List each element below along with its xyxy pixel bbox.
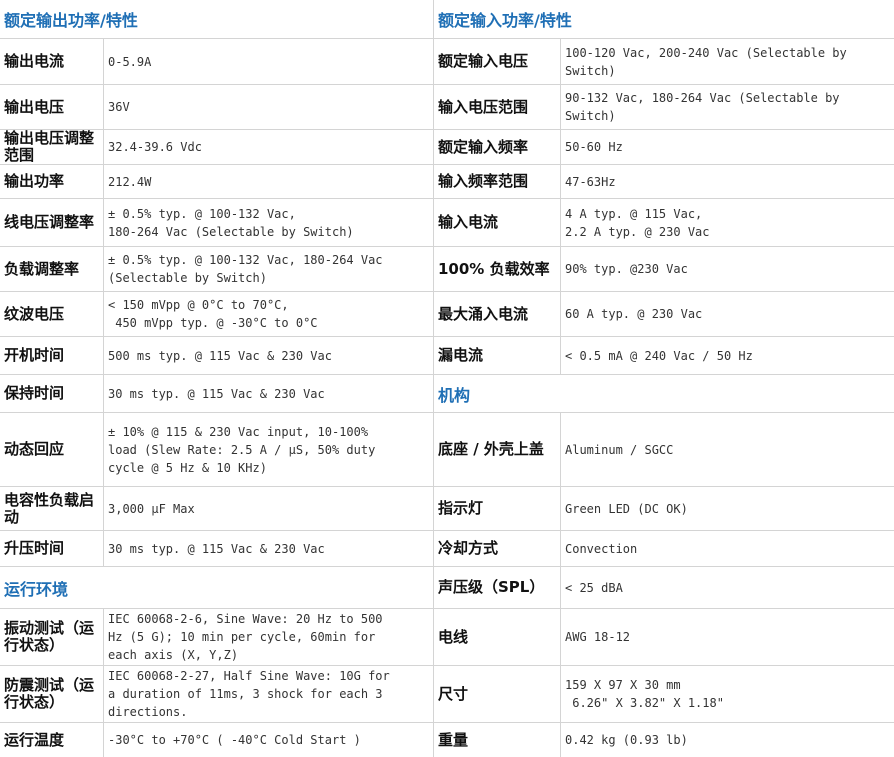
spec-value: 4 A typ. @ 115 Vac, 2.2 A typ. @ 230 Vac (565, 206, 710, 239)
spec-label: 100% 负载效率 (434, 247, 561, 291)
spec-value: Green LED (DC OK) (565, 501, 688, 516)
spec-value: IEC 60068-2-6, Sine Wave: 20 Hz to 500 H… (108, 612, 383, 662)
spec-row-rated-input-voltage: 额定输入电压 100-120 Vac, 200-240 Vac (Selecta… (434, 39, 894, 85)
environment-section-title: 运行环境 (0, 567, 433, 609)
spec-label: 动态回应 (0, 413, 104, 486)
spec-label: 冷却方式 (434, 531, 561, 566)
spec-row-vibration-test: 振动测试（运行状态） IEC 60068-2-6, Sine Wave: 20 … (0, 609, 433, 666)
spec-label: 最大涌入电流 (434, 292, 561, 336)
spec-row-indicator: 指示灯 Green LED (DC OK) (434, 487, 894, 531)
spec-row-hold-up-time: 保持时间 30 ms typ. @ 115 Vac & 230 Vac (0, 375, 433, 413)
spec-row-rise-time: 升压时间 30 ms typ. @ 115 Vac & 230 Vac (0, 531, 433, 567)
spec-value: 32.4-39.6 Vdc (108, 140, 202, 154)
spec-label: 输出电压 (0, 85, 104, 129)
spec-value: Aluminum / SGCC (565, 442, 674, 457)
spec-value: 3,000 μF Max (108, 501, 195, 516)
spec-label: 漏电流 (434, 337, 561, 374)
spec-label: 开机时间 (0, 337, 104, 374)
spec-value: 90-132 Vac, 180-264 Vac (Selectable by S… (565, 91, 840, 123)
spec-label: 线电压调整率 (0, 199, 104, 246)
spec-label: 电容性负载启动 (0, 487, 104, 530)
spec-table: 额定输出功率/特性 输出电流 0-5.9A 输出电压 36V 输出电压调整范围 … (0, 0, 894, 757)
spec-value: 212.4W (108, 174, 152, 189)
spec-row-shock-test: 防震测试（运行状态） IEC 60068-2-27, Half Sine Wav… (0, 666, 433, 723)
spec-row-dimensions: 尺寸 159 X 97 X 30 mm 6.26" X 3.82" X 1.18… (434, 666, 894, 723)
spec-value: ± 10% @ 115 & 230 Vac input, 10-100% loa… (108, 424, 376, 475)
spec-value: 500 ms typ. @ 115 Vac & 230 Vac (108, 348, 332, 363)
spec-row-startup-time: 开机时间 500 ms typ. @ 115 Vac & 230 Vac (0, 337, 433, 375)
mechanical-section-title: 机构 (434, 375, 894, 413)
spec-row-line-regulation: 线电压调整率 ± 0.5% typ. @ 100-132 Vac, 180-26… (0, 199, 433, 247)
spec-row-operating-temp: 运行温度 -30°C to +70°C ( -40°C Cold Start ) (0, 723, 433, 757)
spec-row-max-inrush-current: 最大涌入电流 60 A typ. @ 230 Vac (434, 292, 894, 337)
spec-value: 30 ms typ. @ 115 Vac & 230 Vac (108, 386, 325, 401)
spec-value: 0-5.9A (108, 54, 152, 69)
input-section-title: 额定输入功率/特性 (434, 0, 894, 39)
spec-value: 0.42 kg (0.93 lb) (565, 733, 688, 747)
spec-label: 负载调整率 (0, 247, 104, 291)
spec-value: IEC 60068-2-27, Half Sine Wave: 10G for … (108, 669, 390, 719)
right-column: 额定输入功率/特性 额定输入电压 100-120 Vac, 200-240 Va… (434, 0, 894, 757)
spec-row-input-frequency-range: 输入频率范围 47-63Hz (434, 165, 894, 199)
spec-label: 输入电压范围 (434, 85, 561, 129)
spec-value: < 0.5 mA @ 240 Vac / 50 Hz (565, 348, 753, 363)
spec-value: 50-60 Hz (565, 140, 623, 154)
spec-row-output-current: 输出电流 0-5.9A (0, 39, 433, 85)
spec-row-input-voltage-range: 输入电压范围 90-132 Vac, 180-264 Vac (Selectab… (434, 85, 894, 130)
spec-value: 60 A typ. @ 230 Vac (565, 307, 703, 321)
spec-value: Convection (565, 541, 638, 556)
left-column: 额定输出功率/特性 输出电流 0-5.9A 输出电压 36V 输出电压调整范围 … (0, 0, 434, 757)
spec-label: 纹波电压 (0, 292, 104, 336)
spec-value: 159 X 97 X 30 mm 6.26" X 3.82" X 1.18" (565, 678, 724, 710)
spec-label: 防震测试（运行状态） (0, 666, 104, 722)
spec-label: 重量 (434, 723, 561, 757)
spec-row-cooling: 冷却方式 Convection (434, 531, 894, 567)
spec-value: -30°C to +70°C ( -40°C Cold Start ) (108, 733, 361, 747)
spec-row-sound-pressure: 声压级（SPL） < 25 dBA (434, 567, 894, 609)
spec-row-load-regulation: 负载调整率 ± 0.5% typ. @ 100-132 Vac, 180-264… (0, 247, 433, 292)
spec-label: 输出电压调整范围 (0, 130, 104, 164)
spec-row-ripple-noise: 纹波电压 < 150 mVpp @ 0°C to 70°C, 450 mVpp … (0, 292, 433, 337)
spec-value: AWG 18-12 (565, 630, 631, 644)
spec-value: ± 0.5% typ. @ 100-132 Vac, 180-264 Vac (… (108, 206, 354, 239)
spec-label: 额定输入频率 (434, 130, 561, 164)
spec-row-full-load-efficiency: 100% 负载效率 90% typ. @230 Vac (434, 247, 894, 292)
spec-label: 声压级（SPL） (434, 567, 561, 608)
spec-value: ± 0.5% typ. @ 100-132 Vac, 180-264 Vac (… (108, 253, 383, 285)
spec-label: 振动测试（运行状态） (0, 609, 104, 665)
spec-label: 输入电流 (434, 199, 561, 246)
spec-value: 90% typ. @230 Vac (565, 262, 688, 276)
spec-row-weight: 重量 0.42 kg (0.93 lb) (434, 723, 894, 757)
spec-label: 运行温度 (0, 723, 104, 757)
spec-row-output-voltage: 输出电压 36V (0, 85, 433, 130)
spec-row-input-current: 输入电流 4 A typ. @ 115 Vac, 2.2 A typ. @ 23… (434, 199, 894, 247)
spec-label: 保持时间 (0, 375, 104, 412)
spec-label: 升压时间 (0, 531, 104, 566)
spec-row-chassis-cover: 底座 / 外壳上盖 Aluminum / SGCC (434, 413, 894, 487)
spec-row-capacitive-load: 电容性负载启动 3,000 μF Max (0, 487, 433, 531)
output-section-title: 额定输出功率/特性 (0, 0, 433, 39)
spec-value: 100-120 Vac, 200-240 Vac (Selectable by … (565, 45, 847, 78)
spec-label: 额定输入电压 (434, 39, 561, 84)
spec-row-voltage-adjust-range: 输出电压调整范围 32.4-39.6 Vdc (0, 130, 433, 165)
spec-value: < 25 dBA (565, 580, 623, 595)
spec-label: 输出电流 (0, 39, 104, 84)
spec-label: 底座 / 外壳上盖 (434, 413, 561, 486)
spec-row-rated-input-frequency: 额定输入频率 50-60 Hz (434, 130, 894, 165)
spec-label: 输入频率范围 (434, 165, 561, 198)
spec-value: 36V (108, 100, 130, 114)
spec-label: 电线 (434, 609, 561, 665)
spec-row-wire: 电线 AWG 18-12 (434, 609, 894, 666)
spec-row-output-power: 输出功率 212.4W (0, 165, 433, 199)
spec-value: 30 ms typ. @ 115 Vac & 230 Vac (108, 541, 325, 556)
spec-label: 输出功率 (0, 165, 104, 198)
spec-row-leakage-current: 漏电流 < 0.5 mA @ 240 Vac / 50 Hz (434, 337, 894, 375)
spec-label: 指示灯 (434, 487, 561, 530)
spec-value: 47-63Hz (565, 174, 616, 189)
spec-label: 尺寸 (434, 666, 561, 722)
spec-row-dynamic-response: 动态回应 ± 10% @ 115 & 230 Vac input, 10-100… (0, 413, 433, 487)
spec-value: < 150 mVpp @ 0°C to 70°C, 450 mVpp typ. … (108, 298, 318, 330)
